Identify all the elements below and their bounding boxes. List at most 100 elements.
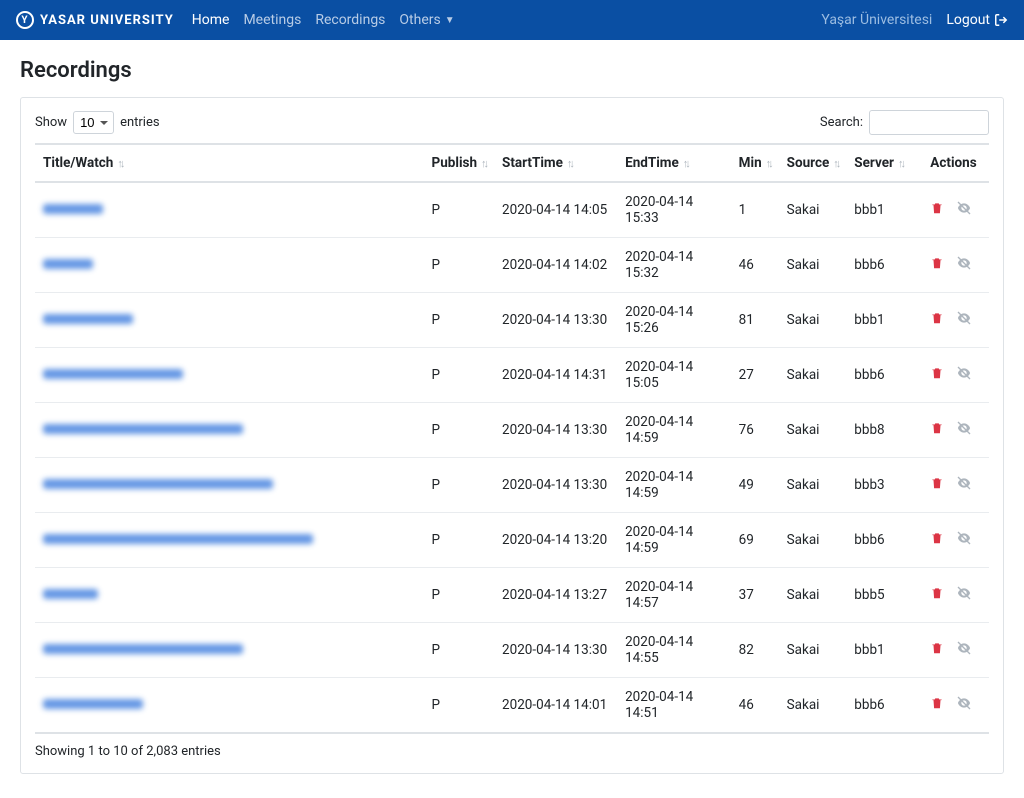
- table-controls: Show 10 entries Search:: [35, 110, 989, 135]
- column-min[interactable]: Min↑↓: [731, 144, 779, 182]
- cell-end: 2020-04-14 14:59: [617, 458, 731, 513]
- table-info: Showing 1 to 10 of 2,083 entries: [35, 744, 221, 759]
- delete-icon[interactable]: [930, 641, 944, 659]
- nav-links: Home Meetings Recordings Others▼: [192, 12, 455, 28]
- table-row: P2020-04-14 13:302020-04-14 14:5582Sakai…: [35, 623, 989, 678]
- cell-start: 2020-04-14 14:05: [494, 182, 617, 238]
- delete-icon[interactable]: [930, 256, 944, 274]
- logout-button[interactable]: Logout: [946, 12, 1008, 28]
- recording-title-link[interactable]: [43, 259, 93, 269]
- cell-publish: P: [424, 182, 495, 238]
- cell-source: Sakai: [779, 182, 847, 238]
- sort-icon: ↑↓: [898, 157, 903, 170]
- chevron-down-icon: ▼: [445, 15, 455, 26]
- column-endtime[interactable]: EndTime↑↓: [617, 144, 731, 182]
- cell-end: 2020-04-14 15:05: [617, 348, 731, 403]
- table-row: P2020-04-14 14:022020-04-14 15:3246Sakai…: [35, 238, 989, 293]
- cell-start: 2020-04-14 13:27: [494, 568, 617, 623]
- cell-min: 69: [731, 513, 779, 568]
- column-starttime[interactable]: StartTime↑↓: [494, 144, 617, 182]
- recordings-card: Show 10 entries Search: Title/Watch↑↓Pub…: [20, 97, 1004, 774]
- logout-label: Logout: [946, 12, 990, 28]
- cell-end: 2020-04-14 15:33: [617, 182, 731, 238]
- cell-start: 2020-04-14 13:20: [494, 513, 617, 568]
- cell-source: Sakai: [779, 678, 847, 734]
- hide-icon[interactable]: [956, 255, 972, 275]
- recording-title-link[interactable]: [43, 644, 243, 654]
- column-title-watch[interactable]: Title/Watch↑↓: [35, 144, 424, 182]
- column-server[interactable]: Server↑↓: [846, 144, 922, 182]
- cell-server: bbb1: [846, 623, 922, 678]
- cell-min: 49: [731, 458, 779, 513]
- hide-icon[interactable]: [956, 640, 972, 660]
- hide-icon[interactable]: [956, 310, 972, 330]
- cell-server: bbb3: [846, 458, 922, 513]
- cell-end: 2020-04-14 15:32: [617, 238, 731, 293]
- delete-icon[interactable]: [930, 696, 944, 714]
- nav-link-meetings[interactable]: Meetings: [243, 12, 301, 28]
- brand[interactable]: Y YASAR UNIVERSITY: [16, 11, 174, 29]
- search-input[interactable]: [869, 110, 989, 135]
- recording-title-link[interactable]: [43, 204, 103, 214]
- recording-title-link[interactable]: [43, 424, 243, 434]
- cell-min: 27: [731, 348, 779, 403]
- cell-start: 2020-04-14 13:30: [494, 623, 617, 678]
- recording-title-link[interactable]: [43, 534, 313, 544]
- search-label: Search:: [820, 115, 863, 130]
- hide-icon[interactable]: [956, 695, 972, 715]
- recording-title-link[interactable]: [43, 314, 133, 324]
- hide-icon[interactable]: [956, 365, 972, 385]
- cell-server: bbb1: [846, 182, 922, 238]
- column-source[interactable]: Source↑↓: [779, 144, 847, 182]
- top-navbar: Y YASAR UNIVERSITY Home Meetings Recording…: [0, 0, 1024, 40]
- cell-publish: P: [424, 238, 495, 293]
- recording-title-link[interactable]: [43, 479, 273, 489]
- cell-publish: P: [424, 513, 495, 568]
- cell-start: 2020-04-14 13:30: [494, 403, 617, 458]
- recording-title-link[interactable]: [43, 369, 183, 379]
- nav-link-others[interactable]: Others▼: [399, 12, 454, 28]
- brand-text: YASAR UNIVERSITY: [40, 13, 174, 28]
- table-head: Title/Watch↑↓Publish↑↓StartTime↑↓EndTime…: [35, 144, 989, 182]
- cell-start: 2020-04-14 14:01: [494, 678, 617, 734]
- delete-icon[interactable]: [930, 311, 944, 329]
- delete-icon[interactable]: [930, 201, 944, 219]
- show-label: Show: [35, 115, 67, 130]
- cell-publish: P: [424, 623, 495, 678]
- cell-min: 82: [731, 623, 779, 678]
- nav-link-home[interactable]: Home: [192, 12, 230, 28]
- recording-title-link[interactable]: [43, 589, 98, 599]
- nav-link-recordings[interactable]: Recordings: [315, 12, 385, 28]
- delete-icon[interactable]: [930, 421, 944, 439]
- entries-label: entries: [120, 115, 160, 130]
- hide-icon[interactable]: [956, 200, 972, 220]
- cell-min: 81: [731, 293, 779, 348]
- hide-icon[interactable]: [956, 475, 972, 495]
- delete-icon[interactable]: [930, 476, 944, 494]
- main-container: Recordings Show 10 entries Search: Title…: [0, 40, 1024, 798]
- delete-icon[interactable]: [930, 531, 944, 549]
- hide-icon[interactable]: [956, 420, 972, 440]
- cell-publish: P: [424, 678, 495, 734]
- delete-icon[interactable]: [930, 586, 944, 604]
- cell-publish: P: [424, 458, 495, 513]
- hide-icon[interactable]: [956, 530, 972, 550]
- cell-start: 2020-04-14 13:30: [494, 293, 617, 348]
- delete-icon[interactable]: [930, 366, 944, 384]
- nav-right: Yaşar Üniversitesi Logout: [821, 12, 1008, 28]
- cell-server: bbb8: [846, 403, 922, 458]
- cell-source: Sakai: [779, 458, 847, 513]
- table-row: P2020-04-14 13:302020-04-14 14:5976Sakai…: [35, 403, 989, 458]
- column-publish[interactable]: Publish↑↓: [424, 144, 495, 182]
- cell-source: Sakai: [779, 513, 847, 568]
- recording-title-link[interactable]: [43, 699, 143, 709]
- sort-icon: ↑↓: [481, 157, 486, 170]
- cell-server: bbb6: [846, 238, 922, 293]
- cell-source: Sakai: [779, 293, 847, 348]
- cell-publish: P: [424, 568, 495, 623]
- show-entries: Show 10 entries: [35, 111, 160, 134]
- table-body: P2020-04-14 14:052020-04-14 15:331Sakaib…: [35, 182, 989, 733]
- page-size-select[interactable]: 10: [73, 111, 114, 134]
- hide-icon[interactable]: [956, 585, 972, 605]
- sort-icon: ↑↓: [833, 157, 838, 170]
